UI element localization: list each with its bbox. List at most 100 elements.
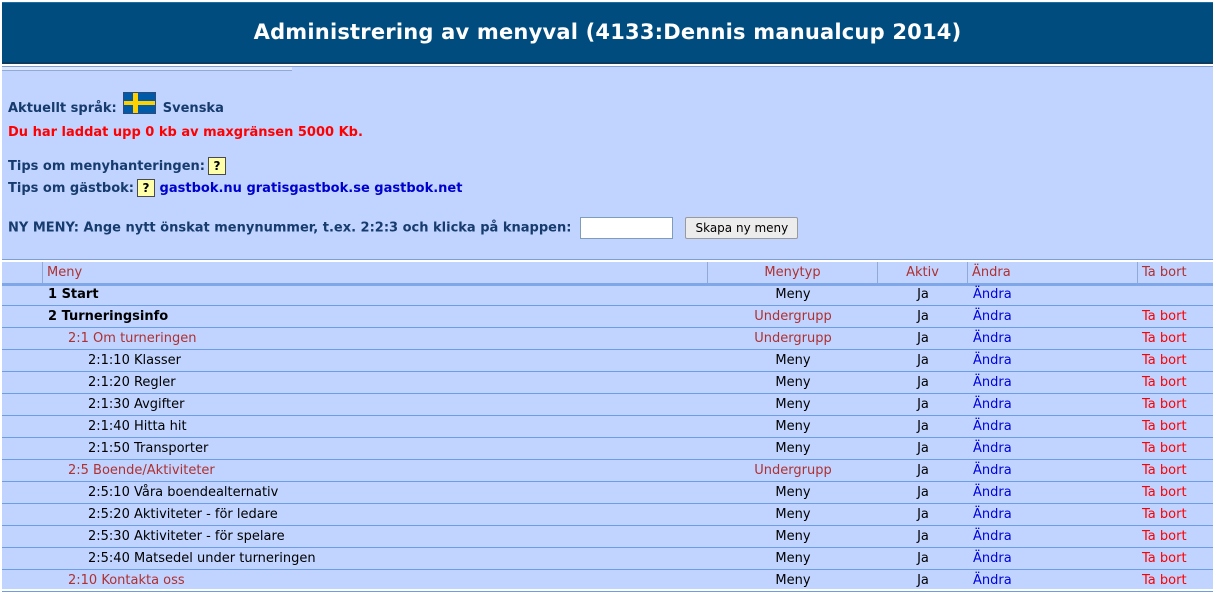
column-header-ta-bort: Ta bort — [1137, 262, 1213, 283]
delete-link[interactable]: Ta bort — [1142, 328, 1187, 350]
menu-type: Meny — [775, 529, 811, 544]
tips-guestbook-label: Tips om gästbok: — [8, 181, 135, 196]
menu-type: Undergrupp — [754, 463, 832, 478]
delete-link[interactable]: Ta bort — [1142, 394, 1187, 416]
tips-menu-label: Tips om menyhanteringen: — [8, 159, 205, 174]
edit-link[interactable]: Ändra — [973, 438, 1012, 460]
menu-name: 2:5:20 Aktiviteter - för ledare — [88, 507, 278, 522]
edit-link[interactable]: Ändra — [973, 350, 1012, 372]
menu-name: 1 Start — [48, 287, 99, 302]
table-row: 2:1:50 Transporter Meny Ja Ändra Ta bort — [2, 438, 1213, 460]
table-row: 1 Start Meny Ja Ändra — [2, 284, 1213, 306]
menu-name: 2:5:30 Aktiviteter - för spelare — [88, 529, 285, 544]
help-icon[interactable]: ? — [208, 157, 226, 175]
menu-active: Ja — [917, 375, 929, 390]
edit-link[interactable]: Ändra — [973, 306, 1012, 328]
panel-divider — [2, 67, 292, 71]
table-row: 2:1:10 Klasser Meny Ja Ändra Ta bort — [2, 350, 1213, 372]
column-header-menytyp: Menytyp — [707, 262, 877, 283]
table-row: 2:1:30 Avgifter Meny Ja Ändra Ta bort — [2, 394, 1213, 416]
column-header-meny: Meny — [42, 262, 707, 283]
delete-link[interactable]: Ta bort — [1142, 526, 1187, 548]
menu-type: Meny — [775, 441, 811, 456]
table-row: 2 Turneringsinfo Undergrupp Ja Ändra Ta bort — [2, 306, 1213, 328]
menu-name: 2 Turneringsinfo — [48, 309, 169, 324]
table-row: 2:5:40 Matsedel under turneringen Meny Ja Ä… — [2, 548, 1213, 570]
menu-name: 2:5:40 Matsedel under turneringen — [88, 551, 316, 566]
table-row: 2:5:20 Aktiviteter - för ledare Meny Ja Änd… — [2, 504, 1213, 526]
column-header-aktiv: Aktiv — [877, 262, 967, 283]
table-row: 2:5:10 Våra boendealternativ Meny Ja Ändra T… — [2, 482, 1213, 504]
menu-active: Ja — [917, 287, 929, 302]
menu-type: Meny — [775, 353, 811, 368]
menu-name: 2:5 Boende/Aktiviteter — [68, 463, 215, 478]
menu-type: Undergrupp — [754, 331, 832, 346]
menu-active: Ja — [917, 331, 929, 346]
menu-active: Ja — [917, 485, 929, 500]
menu-name: 2:1 Om turneringen — [68, 331, 197, 346]
delete-link[interactable]: Ta bort — [1142, 372, 1187, 394]
upload-notice: Du har laddat upp 0 kb av maxgränsen 500… — [8, 125, 363, 140]
menu-active: Ja — [917, 419, 929, 434]
delete-link[interactable]: Ta bort — [1142, 416, 1187, 438]
new-menu-input[interactable] — [579, 217, 673, 239]
guestbook-link-gastbok-nu[interactable]: gastbok.nu — [160, 181, 242, 196]
menu-active: Ja — [917, 551, 929, 566]
menu-name: 2:1:20 Regler — [88, 375, 176, 390]
edit-link[interactable]: Ändra — [973, 482, 1012, 504]
language-label: Aktuellt språk: — [8, 101, 117, 116]
edit-link[interactable]: Ändra — [973, 526, 1012, 548]
menu-name: 2:1:30 Avgifter — [88, 397, 185, 412]
tips-guestbook-line: Tips om gästbok:? gastbok.nu gratisgastb… — [8, 179, 462, 197]
new-menu-label: NY MENY: Ange nytt önskat menynummer, t.… — [8, 220, 572, 236]
menu-name: 2:1:10 Klasser — [88, 353, 181, 368]
header-spacer — [2, 262, 42, 283]
language-name: Svenska — [162, 101, 224, 116]
table-row: 2:1:20 Regler Meny Ja Ändra Ta bort — [2, 372, 1213, 394]
table-header: Meny Menytyp Aktiv Ändra Ta bort — [2, 262, 1213, 286]
menu-active: Ja — [917, 507, 929, 522]
menu-name: 2:5:10 Våra boendealternativ — [88, 485, 279, 500]
column-header-andra: Ändra — [967, 262, 1137, 283]
delete-link[interactable]: Ta bort — [1142, 482, 1187, 504]
edit-link[interactable]: Ändra — [973, 394, 1012, 416]
guestbook-link-gratisgastbok[interactable]: gratisgastbok.se — [246, 181, 369, 196]
table-row: 2:5 Boende/Aktiviteter Undergrupp Ja Ändra T… — [2, 460, 1213, 482]
delete-link[interactable]: Ta bort — [1142, 438, 1187, 460]
menu-type: Undergrupp — [754, 309, 832, 324]
menu-type: Meny — [775, 375, 811, 390]
table-row: 2:1 Om turneringen Undergrupp Ja Ändra Ta bo… — [2, 328, 1213, 350]
delete-link[interactable]: Ta bort — [1142, 306, 1187, 328]
page-title: Administrering av menyval (4133:Dennis m… — [253, 20, 962, 44]
menu-active: Ja — [917, 309, 929, 324]
create-menu-button[interactable]: Skapa ny meny — [685, 217, 799, 239]
edit-link[interactable]: Ändra — [973, 284, 1012, 306]
guestbook-link-gastbok-net[interactable]: gastbok.net — [374, 181, 462, 196]
edit-link[interactable]: Ändra — [973, 328, 1012, 350]
menu-active: Ja — [917, 463, 929, 478]
help-icon[interactable]: ? — [137, 179, 156, 197]
edit-link[interactable]: Ändra — [973, 548, 1012, 570]
edit-link[interactable]: Ändra — [973, 416, 1012, 438]
delete-link[interactable]: Ta bort — [1142, 350, 1187, 372]
table-row: 2:5:30 Aktiviteter - för spelare Meny Ja Än… — [2, 526, 1213, 548]
edit-link[interactable]: Ändra — [973, 372, 1012, 394]
edit-link[interactable]: Ändra — [973, 460, 1012, 482]
menu-type: Meny — [775, 551, 811, 566]
menu-type: Meny — [775, 287, 811, 302]
new-menu-line: NY MENY: Ange nytt önskat menynummer, t.… — [8, 217, 799, 239]
sweden-flag-icon — [123, 92, 157, 114]
page-header: Administrering av menyval (4133:Dennis m… — [2, 2, 1213, 64]
menu-type: Meny — [775, 507, 811, 522]
delete-link[interactable]: Ta bort — [1142, 504, 1187, 526]
table-row: 2:1:40 Hitta hit Meny Ja Ändra Ta bort — [2, 416, 1213, 438]
menu-active: Ja — [917, 529, 929, 544]
info-panel: Aktuellt språk: Svenska Du har laddat up… — [2, 66, 1213, 260]
menu-active: Ja — [917, 353, 929, 368]
delete-link[interactable]: Ta bort — [1142, 460, 1187, 482]
menu-active: Ja — [917, 397, 929, 412]
delete-link[interactable]: Ta bort — [1142, 548, 1187, 570]
menu-active: Ja — [917, 441, 929, 456]
edit-link[interactable]: Ändra — [973, 504, 1012, 526]
menu-type: Meny — [775, 485, 811, 500]
